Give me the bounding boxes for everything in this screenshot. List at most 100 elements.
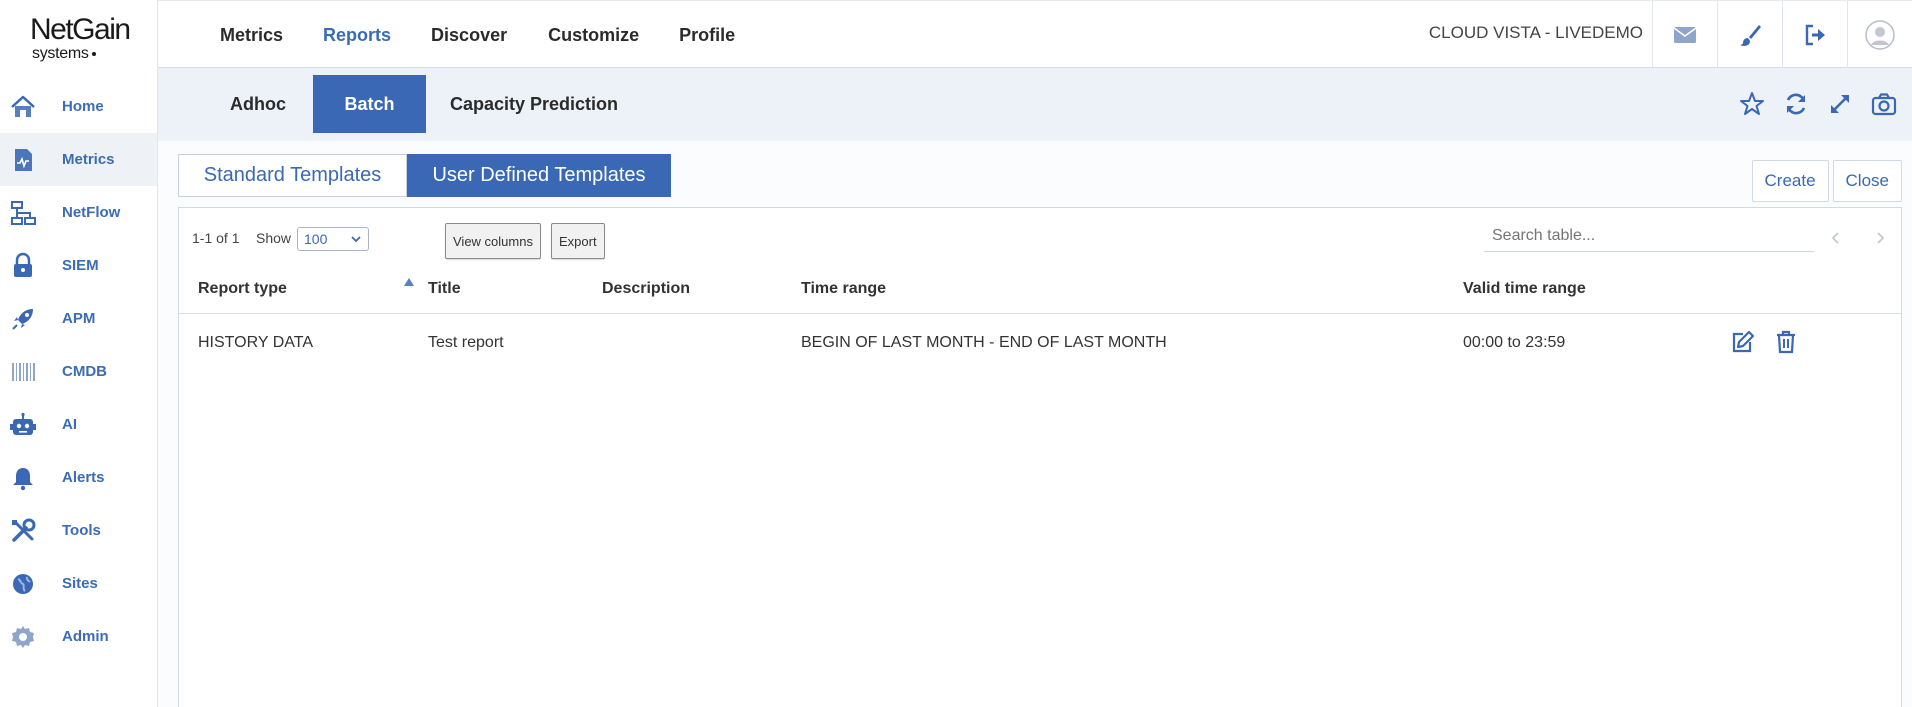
metrics-icon — [8, 145, 38, 175]
close-button[interactable]: Close — [1832, 160, 1902, 202]
page-size-select[interactable]: 100 — [297, 227, 369, 251]
top-nav-tabs: Metrics Reports Discover Customize Profi… — [200, 1, 755, 70]
top-navbar: Metrics Reports Discover Customize Profi… — [158, 0, 1912, 70]
tab-discover[interactable]: Discover — [411, 1, 527, 69]
next-page-icon[interactable] — [1865, 224, 1895, 252]
sub-nav-tabs: Adhoc Batch Capacity Prediction — [203, 75, 642, 133]
sidebar: NetGain systems Home Metrics NetFlow SIE… — [0, 0, 158, 707]
template-tabs: Standard Templates User Defined Template… — [178, 154, 671, 197]
gear-icon — [8, 622, 38, 652]
rocket-icon — [8, 304, 38, 334]
tools-icon — [8, 516, 38, 546]
lock-icon — [8, 251, 38, 281]
sidebar-item-label: Alerts — [62, 469, 105, 486]
page-size-value: 100 — [304, 231, 328, 247]
column-header-description[interactable]: Description — [602, 280, 690, 298]
table-header: Report type Title Description Time range… — [179, 264, 1901, 314]
cell-title: Test report — [428, 334, 504, 351]
expand-icon[interactable] — [1818, 82, 1862, 126]
main-content: Standard Templates User Defined Template… — [158, 141, 1912, 707]
sidebar-item-label: Metrics — [62, 151, 115, 168]
column-header-title[interactable]: Title — [428, 280, 461, 298]
sidebar-item-label: NetFlow — [62, 204, 121, 221]
tab-user-defined-templates[interactable]: User Defined Templates — [407, 154, 671, 197]
bell-icon — [8, 463, 38, 493]
app-window: NetGain systems Home Metrics NetFlow SIE… — [0, 0, 1912, 707]
sidebar-item-home[interactable]: Home — [0, 80, 157, 133]
logo-sub: systems — [32, 46, 140, 62]
user-avatar-icon[interactable] — [1847, 1, 1912, 69]
tenant-name: CLOUD VISTA - LIVEDEMO — [1428, 23, 1643, 42]
brush-icon[interactable] — [1717, 1, 1782, 69]
tab-adhoc[interactable]: Adhoc — [203, 75, 313, 133]
sidebar-item-label: Sites — [62, 575, 98, 592]
sidebar-item-siem[interactable]: SIEM — [0, 239, 157, 292]
tab-batch[interactable]: Batch — [313, 75, 426, 133]
tab-customize[interactable]: Customize — [527, 1, 659, 69]
template-actions: Create Close — [1751, 160, 1902, 202]
netgain-logo[interactable]: NetGain systems — [30, 14, 140, 66]
sidebar-item-label: Admin — [62, 628, 109, 645]
view-columns-button[interactable]: View columns — [445, 223, 541, 259]
export-button[interactable]: Export — [551, 223, 605, 259]
sidebar-item-label: SIEM — [62, 257, 99, 274]
netflow-icon — [8, 198, 38, 228]
logout-icon[interactable] — [1782, 1, 1847, 69]
camera-icon[interactable] — [1862, 82, 1906, 126]
barcode-icon — [8, 357, 38, 387]
tab-profile[interactable]: Profile — [659, 1, 755, 69]
sidebar-item-label: Tools — [62, 522, 101, 539]
sidebar-item-label: AI — [62, 416, 77, 433]
tab-metrics[interactable]: Metrics — [200, 1, 303, 69]
edit-icon[interactable] — [1729, 329, 1755, 355]
pagination — [1821, 224, 1895, 252]
search-input[interactable] — [1484, 220, 1814, 252]
sidebar-item-admin[interactable]: Admin — [0, 610, 157, 663]
create-button[interactable]: Create — [1751, 160, 1829, 202]
tab-capacity-prediction[interactable]: Capacity Prediction — [426, 75, 642, 133]
sub-navbar: Adhoc Batch Capacity Prediction — [158, 68, 1912, 141]
sidebar-nav: Home Metrics NetFlow SIEM APM CMDB AI Al… — [0, 80, 157, 663]
column-header-valid-time-range[interactable]: Valid time range — [1463, 280, 1586, 298]
logo-sub-text: systems — [32, 45, 89, 62]
prev-page-icon[interactable] — [1821, 224, 1851, 252]
delete-icon[interactable] — [1773, 329, 1799, 355]
column-header-time-range[interactable]: Time range — [801, 280, 886, 298]
globe-icon — [8, 569, 38, 599]
sub-icon-group — [1730, 82, 1906, 126]
tab-reports[interactable]: Reports — [303, 1, 412, 70]
sidebar-item-cmdb[interactable]: CMDB — [0, 345, 157, 398]
table-toolbar: 1-1 of 1 Show 100 View columns Export — [179, 208, 1901, 264]
logo-dot — [91, 51, 96, 56]
row-actions — [1729, 329, 1799, 355]
chevron-down-icon — [351, 236, 361, 243]
cell-time-range: BEGIN OF LAST MONTH - END OF LAST MONTH — [801, 334, 1167, 351]
top-icon-group — [1652, 1, 1912, 69]
sidebar-item-metrics[interactable]: Metrics — [0, 133, 157, 186]
sidebar-item-apm[interactable]: APM — [0, 292, 157, 345]
tab-standard-templates[interactable]: Standard Templates — [178, 154, 407, 197]
logo-name: NetGain — [30, 13, 131, 46]
table-row[interactable]: HISTORY DATA Test report BEGIN OF LAST M… — [179, 314, 1901, 369]
sidebar-item-label: Home — [62, 98, 104, 115]
cell-valid-time-range: 00:00 to 23:59 — [1463, 334, 1566, 351]
sidebar-item-ai[interactable]: AI — [0, 398, 157, 451]
cell-report-type: HISTORY DATA — [198, 334, 313, 351]
templates-table-panel: 1-1 of 1 Show 100 View columns Export Re… — [178, 207, 1902, 707]
sidebar-item-label: APM — [62, 310, 96, 327]
sidebar-item-tools[interactable]: Tools — [0, 504, 157, 557]
robot-icon — [8, 410, 38, 440]
record-count: 1-1 of 1 — [192, 230, 240, 246]
home-icon — [8, 92, 38, 122]
templates-table: Report type Title Description Time range… — [179, 264, 1901, 369]
sort-ascending-icon[interactable] — [404, 278, 414, 286]
refresh-icon[interactable] — [1774, 82, 1818, 126]
show-label: Show — [256, 230, 292, 246]
sidebar-item-netflow[interactable]: NetFlow — [0, 186, 157, 239]
sidebar-item-alerts[interactable]: Alerts — [0, 451, 157, 504]
sidebar-item-label: CMDB — [62, 363, 107, 380]
star-icon[interactable] — [1730, 82, 1774, 126]
mail-icon[interactable] — [1652, 1, 1717, 69]
sidebar-item-sites[interactable]: Sites — [0, 557, 157, 610]
column-header-report-type[interactable]: Report type — [198, 280, 287, 298]
